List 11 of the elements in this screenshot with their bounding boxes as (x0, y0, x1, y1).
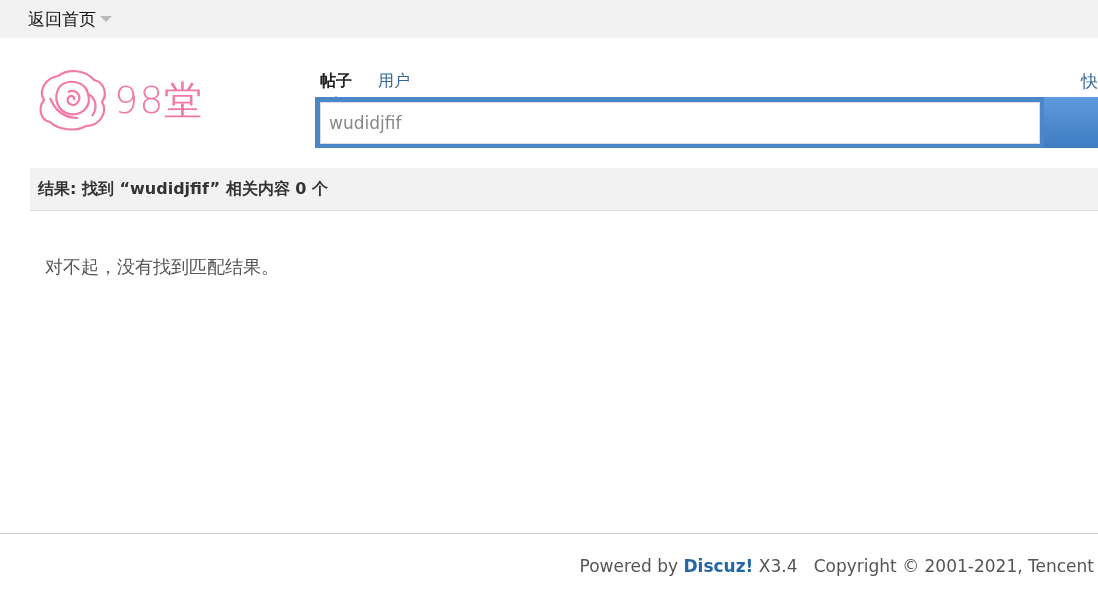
results-summary: 结果: 找到 “wudidjfif” 相关内容 0 个 (38, 178, 328, 200)
search-button[interactable] (1044, 97, 1098, 148)
site-logo-text: 98堂 (114, 76, 204, 124)
no-results-message: 对不起，没有找到匹配结果。 (45, 255, 280, 279)
caret-icon (100, 15, 112, 23)
search-tab[interactable]: 用户 (378, 71, 410, 92)
search-field[interactable]: wudidjfif (320, 101, 1040, 144)
discuz-link[interactable]: Discuz! (683, 556, 754, 576)
home-link[interactable]: 返回首页 (28, 7, 112, 31)
footer-text: Powered by Discuz! X3.4 Copyright © 2001-2021, Tencent (579, 556, 1094, 576)
quick-link[interactable]: 快 (1081, 70, 1098, 93)
